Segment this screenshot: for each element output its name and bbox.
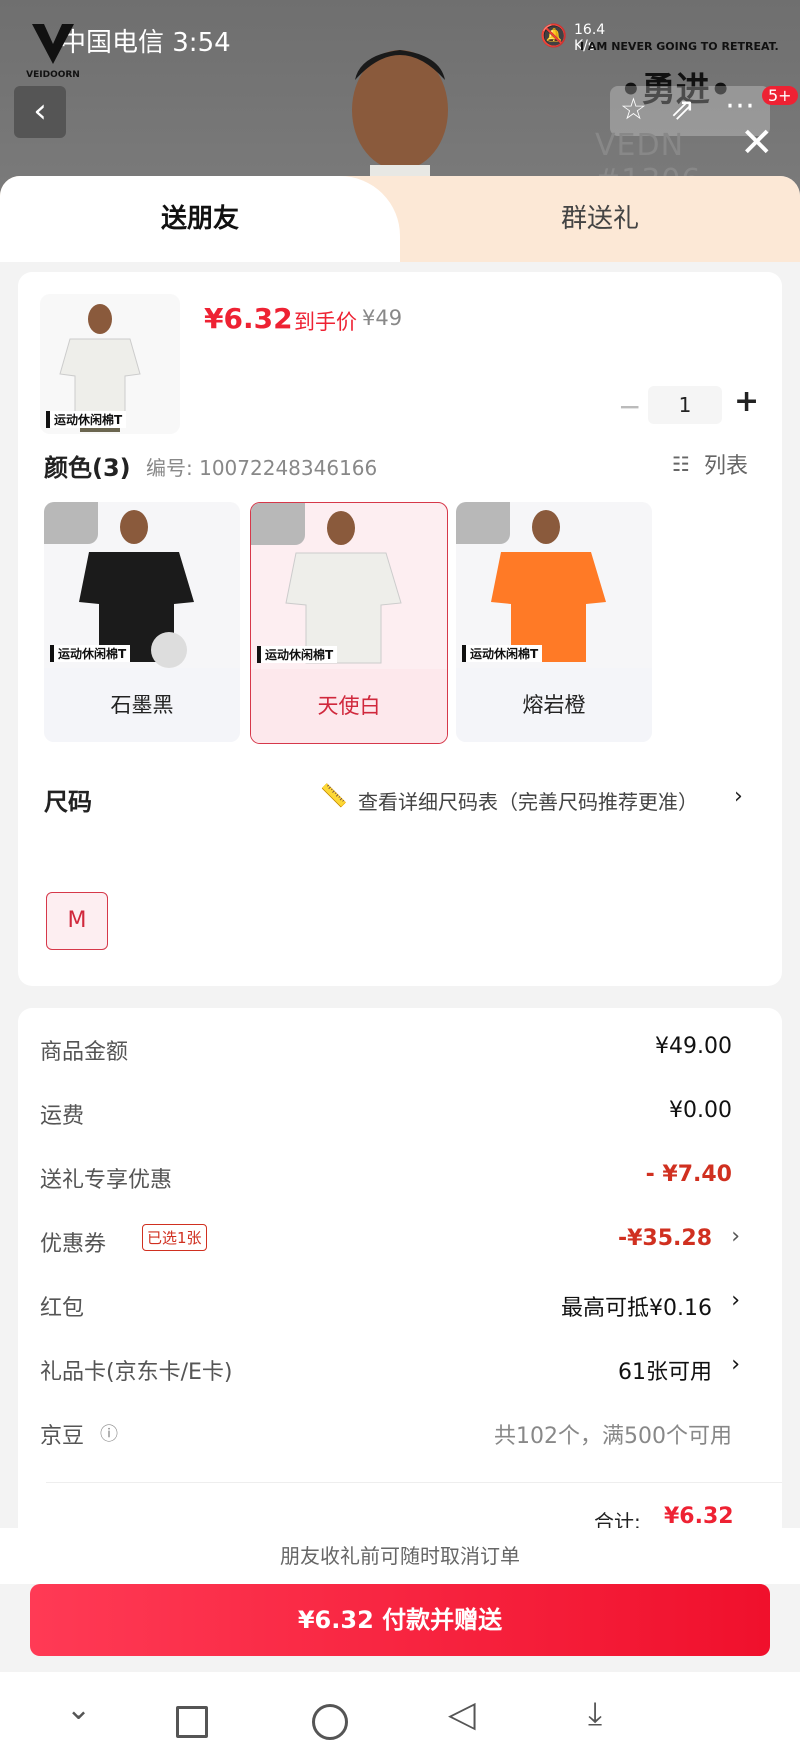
- notification-badge: 5+: [762, 86, 798, 105]
- plus-icon[interactable]: +: [734, 384, 759, 419]
- original-price: ¥49: [362, 306, 403, 330]
- summary-row-gift-discount: 送礼专享优惠 - ¥7.40: [40, 1162, 760, 1202]
- color-label: 颜色(3): [44, 454, 131, 482]
- home-icon[interactable]: [312, 1704, 348, 1740]
- summary-value: - ¥7.40: [645, 1162, 732, 1187]
- download-icon[interactable]: ⤓: [588, 1694, 602, 1733]
- summary-label: 送礼专享优惠: [40, 1168, 173, 1193]
- summary-row-shipping: 运费 ¥0.00: [40, 1098, 760, 1138]
- brand-logo: VEIDOORN: [18, 20, 88, 82]
- chevron-right-icon: ›: [731, 1224, 740, 1249]
- summary-label: 商品金额: [40, 1040, 129, 1065]
- price-summary-card: 商品金额 ¥49.00 运费 ¥0.00 送礼专享优惠 - ¥7.40 优惠券 已选1…: [18, 1008, 782, 1568]
- coupon-selected-badge: 已选1张: [142, 1224, 207, 1251]
- product-code: 编号: 10072248346166: [146, 456, 378, 480]
- color-option-white[interactable]: 运动休闲棉T 天使白: [250, 502, 448, 744]
- quantity-value[interactable]: 1: [648, 386, 722, 424]
- size-chart-link[interactable]: 查看详细尺码表（完善尺码推荐更准）: [358, 786, 698, 815]
- cancel-note: 朋友收礼前可随时取消订单: [0, 1528, 800, 1584]
- summary-label: 京豆: [40, 1424, 85, 1449]
- product-card: 运动休闲棉T ¥6.32 到手价 ¥49 − 1 + 颜色(3) 编号: 100…: [18, 272, 782, 986]
- summary-value: ¥0.00: [669, 1098, 732, 1123]
- summary-value: 61张可用: [618, 1360, 712, 1385]
- back-button[interactable]: ‹: [14, 86, 66, 138]
- summary-label: 运费: [40, 1104, 85, 1129]
- summary-label: 礼品卡(京东卡/E卡): [40, 1360, 233, 1385]
- logo-v-icon: [32, 24, 74, 64]
- summary-label: 优惠券: [40, 1232, 107, 1257]
- expand-icon[interactable]: [456, 502, 510, 544]
- color-option-black[interactable]: 运动休闲棉T 石墨黑: [44, 502, 240, 742]
- gift-sheet: 送朋友 群送礼 运动休闲棉T ¥6.32 到手价 ¥49 − 1 + 颜色(3)…: [0, 176, 800, 1764]
- product-tag: 运动休闲棉T: [46, 411, 127, 428]
- close-icon[interactable]: ✕: [740, 120, 774, 166]
- chevron-right-icon: ›: [731, 1288, 740, 1313]
- tab-send-friend[interactable]: 送朋友: [0, 176, 400, 262]
- summary-row-gift-card[interactable]: 礼品卡(京东卡/E卡) 61张可用 ›: [40, 1352, 760, 1394]
- chevron-down-icon[interactable]: ⌄: [66, 1692, 91, 1727]
- ruler-icon: 📏: [320, 784, 348, 809]
- final-price-label: 到手价: [294, 310, 357, 334]
- chevron-left-icon: ‹: [33, 91, 47, 131]
- size-option-m[interactable]: M: [46, 892, 108, 950]
- summary-row-coupon[interactable]: 优惠券 已选1张 -¥35.28 ›: [40, 1224, 760, 1266]
- brand-slogan: I AM NEVER GOING TO RETREAT.: [580, 40, 779, 53]
- list-grid-icon[interactable]: ☷: [672, 452, 690, 476]
- mute-icon: 🔕: [540, 24, 568, 49]
- color-name-white: 天使白: [251, 669, 447, 743]
- total-value: ¥6.32: [664, 1504, 734, 1529]
- expand-icon[interactable]: [251, 503, 305, 545]
- summary-value: 最高可抵¥0.16: [561, 1296, 712, 1321]
- share-icon[interactable]: ⇗: [670, 92, 695, 127]
- summary-value: 共102个，满500个可用: [494, 1424, 732, 1449]
- more-icon[interactable]: ⋯: [725, 88, 755, 123]
- tab-group-gift[interactable]: 群送礼: [400, 176, 800, 262]
- color-name-black: 石墨黑: [44, 668, 240, 742]
- back-triangle-icon[interactable]: ◁: [448, 1694, 476, 1735]
- tab-bar: 送朋友 群送礼: [0, 176, 800, 262]
- product-thumbnail[interactable]: 运动休闲棉T: [40, 294, 180, 434]
- pay-and-gift-button[interactable]: ¥6.32 付款并赠送: [30, 1584, 770, 1656]
- summary-value: ¥49.00: [655, 1034, 732, 1059]
- product-tag: 运动休闲棉T: [50, 645, 131, 662]
- status-bar: 中国电信 3:54 16.4 K/s 🔕 I AM NEVER GOING TO…: [0, 20, 800, 64]
- summary-row-goods: 商品金额 ¥49.00: [40, 1034, 760, 1074]
- star-icon[interactable]: ☆: [620, 92, 647, 127]
- summary-row-jd-beans: 京豆 ⓘ 共102个，满500个可用: [40, 1418, 760, 1458]
- summary-row-red-packet[interactable]: 红包 最高可抵¥0.16 ›: [40, 1288, 760, 1330]
- system-nav-bar: ⌄ ◁ ⤓: [0, 1672, 800, 1764]
- chevron-right-icon: ›: [734, 784, 743, 809]
- size-label: 尺码: [44, 788, 92, 816]
- info-icon[interactable]: ⓘ: [100, 1420, 118, 1446]
- color-option-orange[interactable]: 运动休闲棉T 熔岩橙: [456, 502, 652, 742]
- recent-apps-icon[interactable]: [176, 1706, 208, 1738]
- chevron-right-icon: ›: [731, 1352, 740, 1377]
- product-tag: 运动休闲棉T: [257, 646, 338, 663]
- summary-label: 红包: [40, 1296, 85, 1321]
- divider: [46, 1482, 782, 1483]
- summary-value: -¥35.28: [617, 1226, 712, 1251]
- expand-icon[interactable]: [44, 502, 98, 544]
- product-tag: 运动休闲棉T: [462, 645, 543, 662]
- brand-name: VEIDOORN: [26, 70, 80, 80]
- final-price: ¥6.32: [204, 302, 293, 335]
- minus-icon[interactable]: −: [618, 390, 641, 423]
- color-name-orange: 熔岩橙: [456, 668, 652, 742]
- list-view-button[interactable]: 列表: [704, 448, 748, 480]
